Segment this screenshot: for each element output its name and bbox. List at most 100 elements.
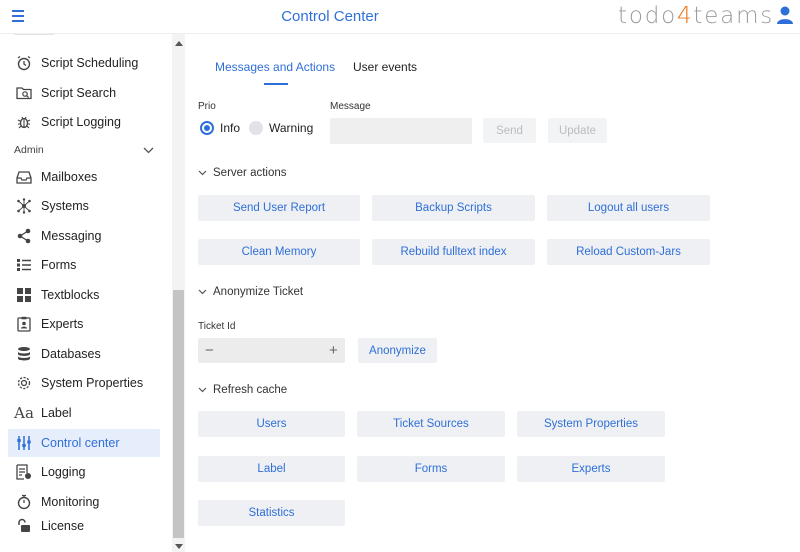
message-input[interactable]: [330, 118, 472, 144]
alarm-clock-icon: [14, 54, 34, 72]
bug-icon: [14, 113, 34, 131]
chevron-down-icon: [143, 147, 154, 153]
refresh-cache-title: Refresh cache: [213, 384, 288, 396]
prio-radio-info[interactable]: [200, 121, 214, 135]
refresh-cache-toggle[interactable]: Refresh cache: [198, 384, 287, 396]
send-button[interactable]: Send: [483, 118, 536, 143]
sidebar-item-label: Databases: [41, 347, 101, 361]
scrollbar-thumb[interactable]: [173, 290, 184, 538]
anonymize-ticket-toggle[interactable]: Anonymize Ticket: [198, 286, 303, 298]
top-bar: Control Center todo4teams: [0, 0, 800, 34]
server-actions-title: Server actions: [213, 167, 287, 179]
log-file-icon: [14, 463, 34, 481]
sidebar-item-label: System Properties: [41, 376, 144, 390]
refresh-users-button[interactable]: Users: [198, 411, 345, 437]
refresh-statistics-button[interactable]: Statistics: [198, 500, 345, 526]
grid-blocks-icon: [14, 286, 34, 304]
prio-radio-warning[interactable]: [249, 121, 263, 135]
sidebar-item-label: Logging: [41, 465, 86, 479]
prio-label: Prio: [198, 101, 216, 112]
refresh-system-properties-button[interactable]: System Properties: [517, 411, 665, 437]
folder-search-icon: [14, 84, 34, 102]
text-aa-icon: Aa: [14, 404, 34, 422]
expert-badge-icon: [14, 315, 34, 333]
sidebar-item-control-center[interactable]: Control center: [8, 429, 160, 457]
sidebar-item-label: Textblocks: [41, 288, 100, 302]
sidebar-item-textblocks[interactable]: Textblocks: [8, 281, 160, 309]
sidebar-item-label: Label: [41, 406, 72, 420]
rebuild-fulltext-index-button[interactable]: Rebuild fulltext index: [372, 239, 535, 265]
sliders-icon: [14, 434, 34, 452]
sidebar-item-label: Script Scheduling: [41, 56, 139, 70]
sidebar-item-experts[interactable]: Experts: [8, 310, 160, 338]
active-tab-indicator: [264, 83, 288, 85]
ticket-id-stepper[interactable]: − +: [198, 338, 345, 363]
sidebar-section-admin[interactable]: Admin: [14, 140, 154, 160]
todo4teams-logo: todo4teams: [618, 3, 775, 29]
scroll-down-arrow-icon[interactable]: [175, 544, 183, 549]
sidebar-item-label: Mailboxes: [41, 170, 98, 184]
reload-custom-jars-button[interactable]: Reload Custom-Jars: [547, 239, 710, 265]
sidebar-item-label[interactable]: Aa Label: [8, 399, 160, 427]
ticket-id-label: Ticket Id: [198, 321, 236, 332]
sidebar-item-messaging[interactable]: Messaging: [8, 222, 160, 250]
chevron-down-icon: [198, 289, 208, 295]
decrement-icon[interactable]: −: [205, 343, 214, 359]
anonymize-ticket-title: Anonymize Ticket: [213, 286, 304, 298]
refresh-ticket-sources-button[interactable]: Ticket Sources: [357, 411, 505, 437]
sidebar-item-script-search[interactable]: Script Search: [8, 79, 160, 107]
backup-scripts-button[interactable]: Backup Scripts: [372, 195, 535, 221]
page-title: Control Center: [281, 8, 379, 25]
prio-warning-label: Warning: [269, 121, 314, 135]
logout-all-users-button[interactable]: Logout all users: [547, 195, 710, 221]
server-actions-toggle[interactable]: Server actions: [198, 167, 287, 179]
message-label: Message: [330, 101, 371, 112]
database-icon: [14, 345, 34, 363]
refresh-forms-button[interactable]: Forms: [357, 456, 505, 482]
prio-info-label: Info: [220, 121, 241, 135]
inbox-tray-icon: [14, 168, 34, 186]
sidebar-item-logging[interactable]: Logging: [8, 458, 160, 486]
sidebar-nav: Script Scheduling Script Search Script L…: [0, 34, 172, 552]
sidebar-item-label: Script Search: [41, 86, 117, 100]
sidebar-item-system-properties[interactable]: System Properties: [8, 369, 160, 397]
sidebar-item-label: License: [41, 519, 85, 533]
sidebar-item-label: Forms: [41, 258, 77, 272]
sidebar-item-label: Control center: [41, 436, 120, 450]
sidebar-item-label: Messaging: [41, 229, 102, 243]
sidebar-item-license[interactable]: License: [8, 512, 160, 540]
admin-section-label: Admin: [14, 144, 44, 156]
clipped-item-remnant: [14, 34, 54, 39]
user-account-icon[interactable]: [776, 5, 794, 25]
chevron-down-icon: [198, 387, 208, 393]
main-content: Messages and Actions User events Prio In…: [186, 40, 800, 552]
sidebar-item-script-scheduling[interactable]: Script Scheduling: [8, 49, 160, 77]
anonymize-button[interactable]: Anonymize: [358, 338, 437, 363]
sidebar-item-label: Experts: [41, 317, 84, 331]
update-button[interactable]: Update: [548, 118, 607, 143]
scroll-up-arrow-icon[interactable]: [175, 41, 183, 46]
gear-icon: [14, 374, 34, 392]
network-hub-icon: [14, 197, 34, 215]
list-form-icon: [14, 256, 34, 274]
increment-icon[interactable]: +: [329, 343, 338, 359]
tab-user-events[interactable]: User events: [353, 60, 417, 74]
clean-memory-button[interactable]: Clean Memory: [198, 239, 360, 265]
refresh-label-button[interactable]: Label: [198, 456, 345, 482]
chevron-down-icon: [198, 170, 208, 176]
sidebar-scrollbar[interactable]: [172, 34, 185, 552]
sidebar-item-databases[interactable]: Databases: [8, 340, 160, 368]
sidebar-item-label: Monitoring: [41, 495, 100, 509]
padlock-icon: [14, 517, 34, 535]
tab-messages-and-actions[interactable]: Messages and Actions: [215, 60, 335, 74]
sidebar-item-forms[interactable]: Forms: [8, 251, 160, 279]
sidebar-item-label: Script Logging: [41, 115, 121, 129]
sidebar-item-label: Systems: [41, 199, 89, 213]
refresh-experts-button[interactable]: Experts: [517, 456, 665, 482]
sidebar-item-mailboxes[interactable]: Mailboxes: [8, 163, 160, 191]
sidebar-item-systems[interactable]: Systems: [8, 192, 160, 220]
send-user-report-button[interactable]: Send User Report: [198, 195, 360, 221]
stopwatch-icon: [14, 493, 34, 511]
share-icon: [14, 227, 34, 245]
sidebar-item-script-logging[interactable]: Script Logging: [8, 108, 160, 136]
